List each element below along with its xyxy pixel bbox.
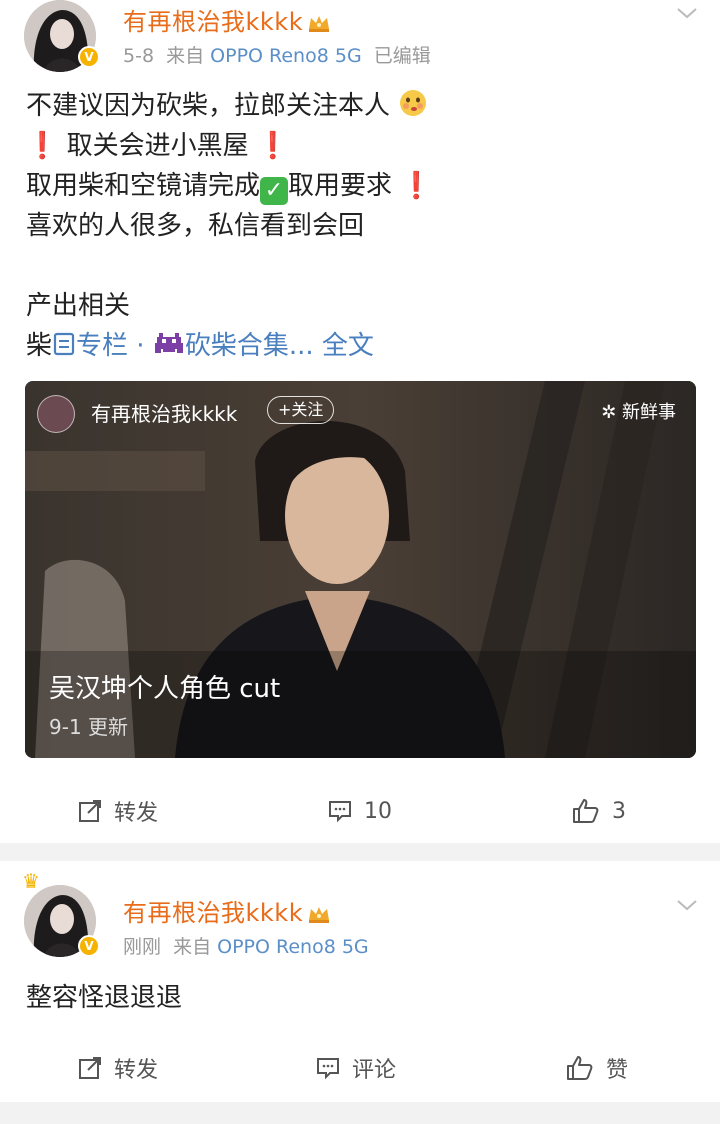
check-mark-icon: ✓ [260,177,289,205]
text-line-6: 柴专栏 · 砍柴合集... 全文 [26,326,433,366]
post-separator [0,843,720,861]
post-text: 整容怪退退退 [26,983,183,1013]
vip-verified-badge: V [78,935,100,957]
source-device[interactable]: OPPO Reno8 5G [217,936,369,958]
crown-badge-icon [309,16,330,32]
repost-label: 转发 [114,1058,159,1083]
post-meta: 刚刚 来自 OPPO Reno8 5G [123,932,369,959]
username-text[interactable]: 有再根治我kkkk [123,899,303,927]
comment-label: 评论 [352,1058,397,1083]
full-text-link[interactable]: 全文 [314,331,374,361]
comment-icon [329,801,351,823]
comment-icon [317,1058,339,1080]
media-card[interactable]: 有再根治我kkkk +关注 ✲ 新鲜事 吴汉坤个人角色 cut 9-1 更新 [25,381,696,758]
line-4-text: 喜欢的人很多，私信看到会回 [26,211,365,241]
column-icon [53,332,75,356]
text-line-1: 不建议因为砍柴，拉郎关注本人 [26,86,433,126]
line-3b-text: 取用要求 [288,171,393,201]
repost-button[interactable]: 转发 [78,1043,158,1093]
source-prefix: 来自 [166,45,205,67]
comment-count: 10 [364,798,392,824]
source-prefix: 来自 [173,936,212,958]
like-button[interactable]: 赞 [566,1043,628,1093]
post-username[interactable]: 有再根治我kkkk [123,2,331,37]
exclamation-icon: ❗ [400,171,433,201]
line-2-text: 取关会进小黑屋 [66,131,249,161]
like-label: 赞 [606,1058,629,1083]
text-line-2: ❗ 取关会进小黑屋 ❗ [26,126,433,166]
line-1-text: 不建议因为砍柴，拉郎关注本人 [26,91,391,121]
weibo-post-1: V 有再根治我kkkk 5-8 来自 OPPO Reno8 5G 已编辑 不建议… [0,0,720,843]
thumbs-up-icon [567,1056,593,1080]
repost-icon [79,1057,101,1079]
chevron-down-icon[interactable] [676,898,698,912]
repost-icon [79,800,101,822]
post-meta: 5-8 来自 OPPO Reno8 5G 已编辑 [123,41,431,68]
bottom-separator [0,1102,720,1124]
weibo-post-2: ♛ V 有再根治我kkkk 刚刚 来自 OPPO Reno8 5G 整容怪退退退… [0,861,720,1102]
link-separator: · [128,331,153,361]
edited-label[interactable]: 已编辑 [374,45,431,67]
exclamation-icon: ❗ [26,131,59,161]
space-invader-emoji-icon [154,333,183,353]
repost-button[interactable]: 转发 [78,786,158,836]
post-date: 5-8 [123,45,155,67]
text-line-3: 取用柴和空镜请完成 ✓ 取用要求 ❗ [26,166,433,206]
media-author-name[interactable]: 有再根治我kkkk [91,398,237,427]
like-button[interactable]: 3 [572,786,626,836]
line-5-text: 产出相关 [26,291,131,321]
thumbs-up-icon [573,799,599,823]
column-link[interactable]: 专栏 [76,331,128,361]
media-subtitle: 9-1 更新 [49,715,129,739]
channel-text: 新鲜事 [622,402,676,423]
post-time: 刚刚 [123,936,162,958]
smirk-face-emoji-icon [400,90,427,116]
crown-icon: ♛ [22,869,40,893]
username-text[interactable]: 有再根治我kkkk [123,8,303,36]
chevron-down-icon[interactable] [676,6,698,20]
media-author-avatar[interactable] [37,395,75,433]
text-line-5: 产出相关 [26,286,433,326]
post-actions: 转发 评论 赞 [0,1043,720,1093]
collection-link[interactable]: 砍柴合集... [185,331,314,361]
post-actions: 转发 10 3 [0,786,720,836]
crown-badge-icon [309,907,330,923]
sparkle-icon: ✲ [601,402,622,423]
vip-verified-badge: V [78,46,100,68]
like-count: 3 [612,798,626,824]
comment-button[interactable]: 10 [328,786,392,836]
follow-button[interactable]: +关注 [267,396,335,424]
media-title: 吴汉坤个人角色 cut [49,674,281,704]
text-line-4: 喜欢的人很多，私信看到会回 [26,206,433,246]
channel-label[interactable]: ✲ 新鲜事 [601,398,676,424]
line-3a-text: 取用柴和空镜请完成 [26,171,261,201]
post-body: 不建议因为砍柴，拉郎关注本人 ❗ 取关会进小黑屋 ❗ 取用柴和空镜请完成 ✓ 取用要… [26,86,433,366]
exclamation-icon: ❗ [256,131,290,161]
comment-button[interactable]: 评论 [316,1043,396,1093]
source-device[interactable]: OPPO Reno8 5G [210,45,362,67]
post-body: 整容怪退退退 [26,978,182,1018]
line-6a-text: 柴 [26,331,53,361]
post-username[interactable]: 有再根治我kkkk [123,893,331,928]
repost-label: 转发 [114,801,159,826]
